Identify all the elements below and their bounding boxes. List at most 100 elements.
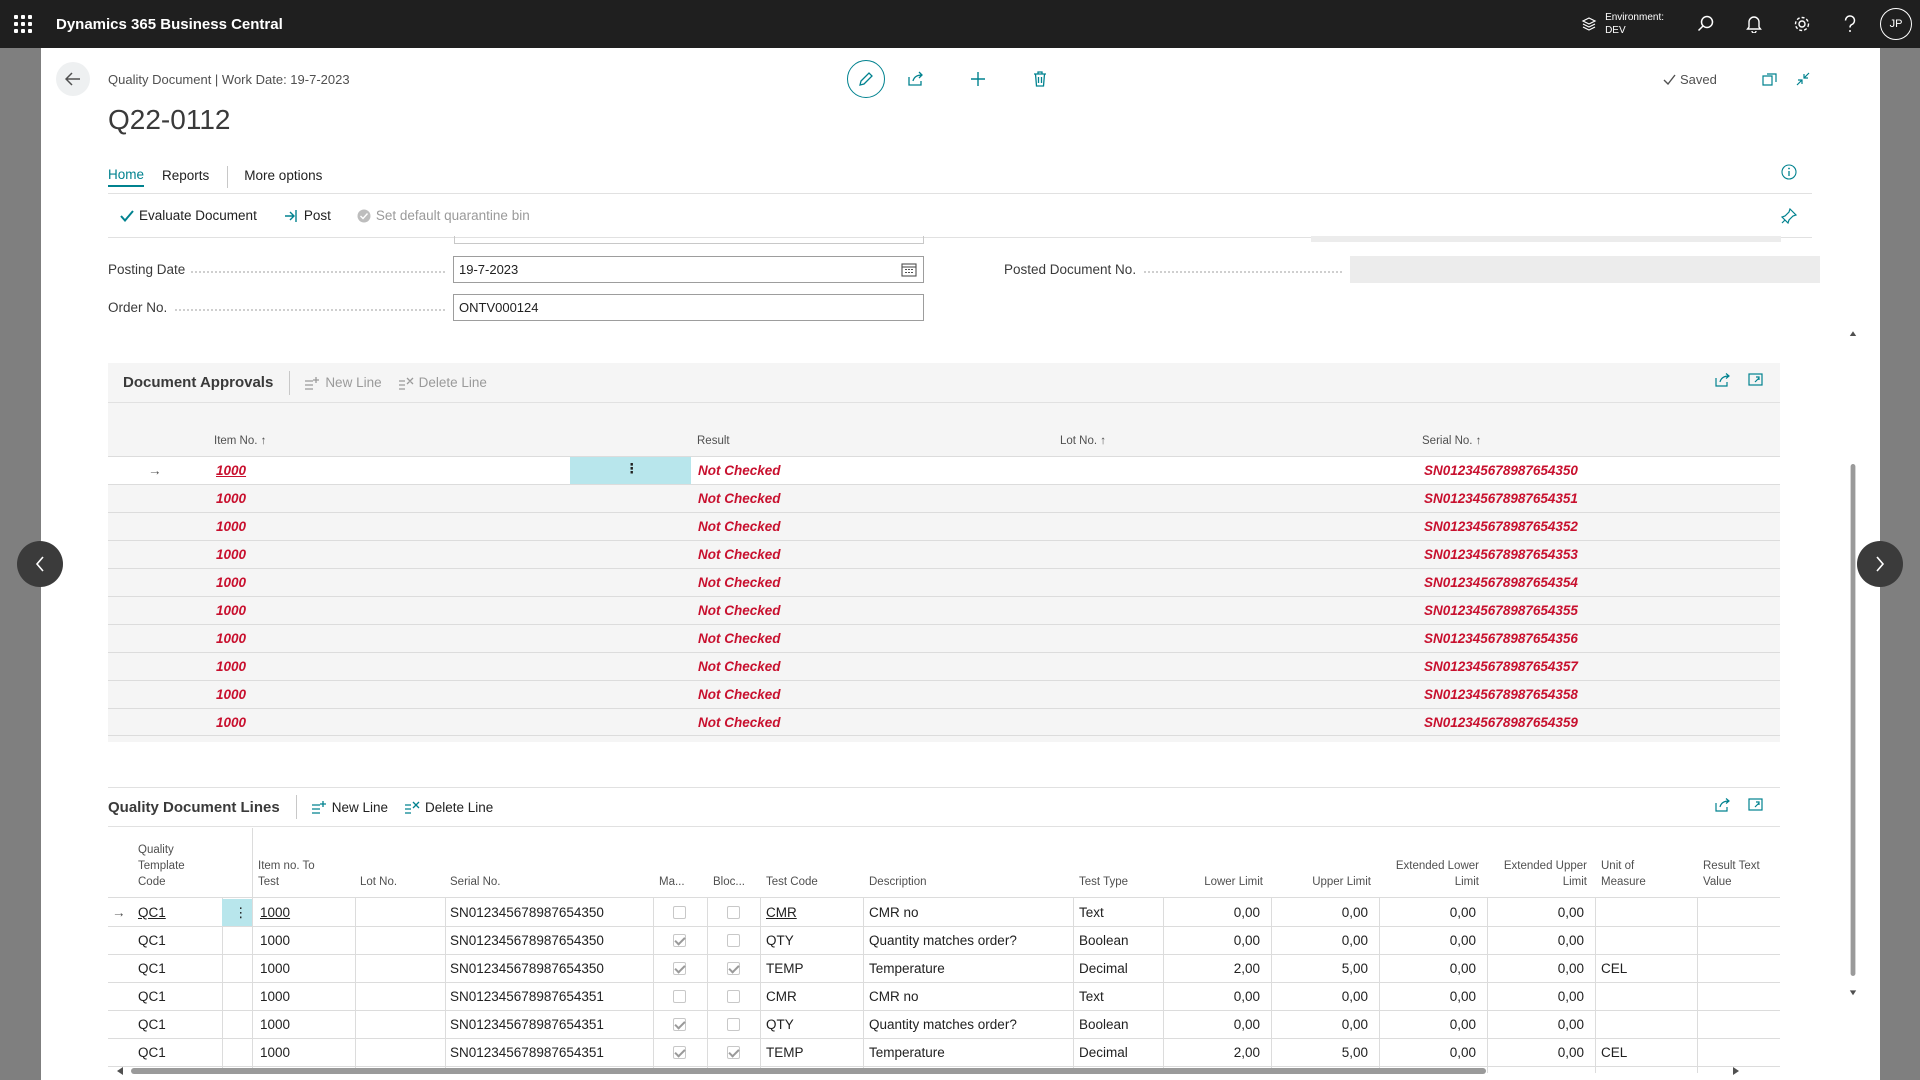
row-menu-icon[interactable]: ⋮ [625, 461, 639, 477]
column-header-item-no[interactable]: Item No. ↑ [214, 435, 266, 447]
set-quarantine-bin-button[interactable]: Set default quarantine bin [357, 208, 530, 223]
template-code-cell[interactable]: QC1 [138, 989, 166, 1004]
description-cell[interactable]: Temperature [869, 961, 945, 976]
serial-no-cell[interactable]: SN012345678987654356 [1424, 631, 1578, 646]
item-no-to-test-cell[interactable]: 1000 [260, 933, 290, 948]
test-type-cell[interactable]: Text [1079, 905, 1104, 920]
extended-lower-cell[interactable]: 0,00 [1384, 1017, 1476, 1032]
column-header-lower-limit[interactable]: Lower Limit [1168, 874, 1263, 890]
description-cell[interactable]: CMR no [869, 989, 919, 1004]
template-code-cell[interactable]: QC1 [138, 1045, 166, 1060]
serial-no-cell[interactable]: SN012345678987654355 [1424, 603, 1578, 618]
result-cell[interactable]: Not Checked [698, 491, 781, 506]
share-button[interactable] [885, 60, 947, 98]
extended-upper-cell[interactable]: 0,00 [1492, 989, 1584, 1004]
pin-action-bar-button[interactable] [1780, 207, 1798, 227]
posting-date-input[interactable]: 19-7-2023 [453, 256, 924, 283]
serial-no-cell[interactable]: SN012345678987654359 [1424, 715, 1578, 730]
previous-record-button[interactable] [17, 541, 63, 587]
quality-lines-title[interactable]: Quality Document Lines [108, 799, 280, 816]
table-row[interactable]: 1000 Not Checked SN012345678987654359 [108, 708, 1780, 736]
item-no-cell[interactable]: 1000 [216, 687, 246, 702]
test-code-cell[interactable]: CMR [766, 905, 797, 920]
item-no-cell[interactable]: 1000 [216, 715, 246, 730]
collapse-button[interactable] [1786, 68, 1819, 90]
serial-no-cell[interactable]: SN012345678987654351 [450, 1017, 604, 1032]
upper-limit-cell[interactable]: 5,00 [1276, 1045, 1368, 1060]
post-button[interactable]: Post [283, 208, 331, 223]
description-cell[interactable]: Temperature [869, 1045, 945, 1060]
item-no-to-test-cell[interactable]: 1000 [260, 1045, 290, 1060]
extended-lower-cell[interactable]: 0,00 [1384, 905, 1476, 920]
upper-limit-cell[interactable]: 0,00 [1276, 905, 1368, 920]
app-title[interactable]: Dynamics 365 Business Central [56, 16, 283, 33]
serial-no-cell[interactable]: SN012345678987654351 [1424, 491, 1578, 506]
bloc-checkbox[interactable] [727, 1046, 740, 1059]
test-type-cell[interactable]: Text [1079, 989, 1104, 1004]
unit-of-measure-cell[interactable]: CEL [1601, 1045, 1627, 1060]
table-row[interactable]: QC1 1000 SN012345678987654350 TEMP Tempe… [108, 955, 1780, 983]
result-cell[interactable]: Not Checked [698, 547, 781, 562]
ma-checkbox[interactable] [673, 906, 686, 919]
extended-upper-cell[interactable]: 0,00 [1492, 1045, 1584, 1060]
serial-no-cell[interactable]: SN012345678987654358 [1424, 687, 1578, 702]
test-type-cell[interactable]: Decimal [1079, 961, 1128, 976]
serial-no-cell[interactable]: SN012345678987654350 [450, 933, 604, 948]
item-no-to-test-cell[interactable]: 1000 [260, 1017, 290, 1032]
extended-upper-cell[interactable]: 0,00 [1492, 905, 1584, 920]
table-row[interactable]: 1000 Not Checked SN012345678987654353 [108, 540, 1780, 568]
description-cell[interactable]: Quantity matches order? [869, 1017, 1017, 1032]
test-code-cell[interactable]: QTY [766, 1017, 794, 1032]
lines-new-line-button[interactable]: New Line [311, 800, 388, 815]
extended-upper-cell[interactable]: 0,00 [1492, 933, 1584, 948]
item-no-cell[interactable]: 1000 [216, 491, 246, 506]
document-approvals-title[interactable]: Document Approvals [123, 374, 273, 391]
serial-no-cell[interactable]: SN012345678987654351 [450, 1045, 604, 1060]
lower-limit-cell[interactable]: 0,00 [1168, 1017, 1260, 1032]
table-row[interactable]: → QC1 ⋮ 1000 SN012345678987654350 CMR CM… [108, 899, 1780, 927]
page-scrollbar[interactable] [1849, 244, 1857, 1080]
column-header-unit-of-measure[interactable]: Unit of Measure [1601, 858, 1646, 890]
app-launcher-button[interactable] [0, 0, 46, 48]
item-no-cell[interactable]: 1000 [216, 659, 246, 674]
open-new-window-button[interactable] [1753, 68, 1786, 90]
tab-more-options[interactable]: More options [244, 168, 322, 186]
lower-limit-cell[interactable]: 0,00 [1168, 933, 1260, 948]
upper-limit-cell[interactable]: 0,00 [1276, 933, 1368, 948]
bloc-checkbox[interactable] [727, 962, 740, 975]
calendar-icon[interactable] [901, 262, 917, 277]
bloc-checkbox[interactable] [727, 906, 740, 919]
column-header-serial-no[interactable]: Serial No. ↑ [1422, 435, 1481, 447]
test-code-cell[interactable]: TEMP [766, 961, 804, 976]
user-avatar[interactable]: JP [1880, 8, 1912, 40]
column-header-extended-upper[interactable]: Extended Upper Limit [1486, 858, 1587, 890]
row-menu-icon[interactable]: ⋮ [234, 905, 248, 921]
unit-of-measure-cell[interactable]: CEL [1601, 961, 1627, 976]
table-row[interactable]: 1000 Not Checked SN012345678987654354 [108, 568, 1780, 596]
lines-expand-button[interactable] [1739, 798, 1772, 812]
approvals-share-button[interactable] [1706, 373, 1739, 387]
item-no-cell[interactable]: 1000 [216, 463, 246, 478]
column-header-upper-limit[interactable]: Upper Limit [1276, 874, 1371, 890]
settings-button[interactable] [1778, 0, 1826, 48]
tab-home[interactable]: Home [108, 167, 145, 187]
ma-checkbox[interactable] [673, 1018, 686, 1031]
delete-button[interactable] [1009, 60, 1071, 98]
result-cell[interactable]: Not Checked [698, 715, 781, 730]
lines-delete-line-button[interactable]: Delete Line [404, 800, 493, 815]
extended-lower-cell[interactable]: 0,00 [1384, 933, 1476, 948]
tab-reports[interactable]: Reports [162, 168, 209, 186]
column-header-serial-no[interactable]: Serial No. [450, 874, 501, 890]
result-cell[interactable]: Not Checked [698, 575, 781, 590]
approvals-new-line-button[interactable]: New Line [304, 375, 382, 390]
notifications-button[interactable] [1730, 0, 1778, 48]
approvals-delete-line-button[interactable]: Delete Line [398, 375, 487, 390]
approvals-expand-button[interactable] [1739, 373, 1772, 387]
bloc-checkbox[interactable] [727, 1018, 740, 1031]
test-type-cell[interactable]: Decimal [1079, 1045, 1128, 1060]
table-row[interactable]: 1000 Not Checked SN012345678987654355 [108, 596, 1780, 624]
next-record-button[interactable] [1857, 541, 1903, 587]
evaluate-document-button[interactable]: Evaluate Document [120, 208, 257, 223]
column-header-template-code[interactable]: Quality Template Code [138, 842, 185, 890]
back-button[interactable] [56, 62, 90, 96]
